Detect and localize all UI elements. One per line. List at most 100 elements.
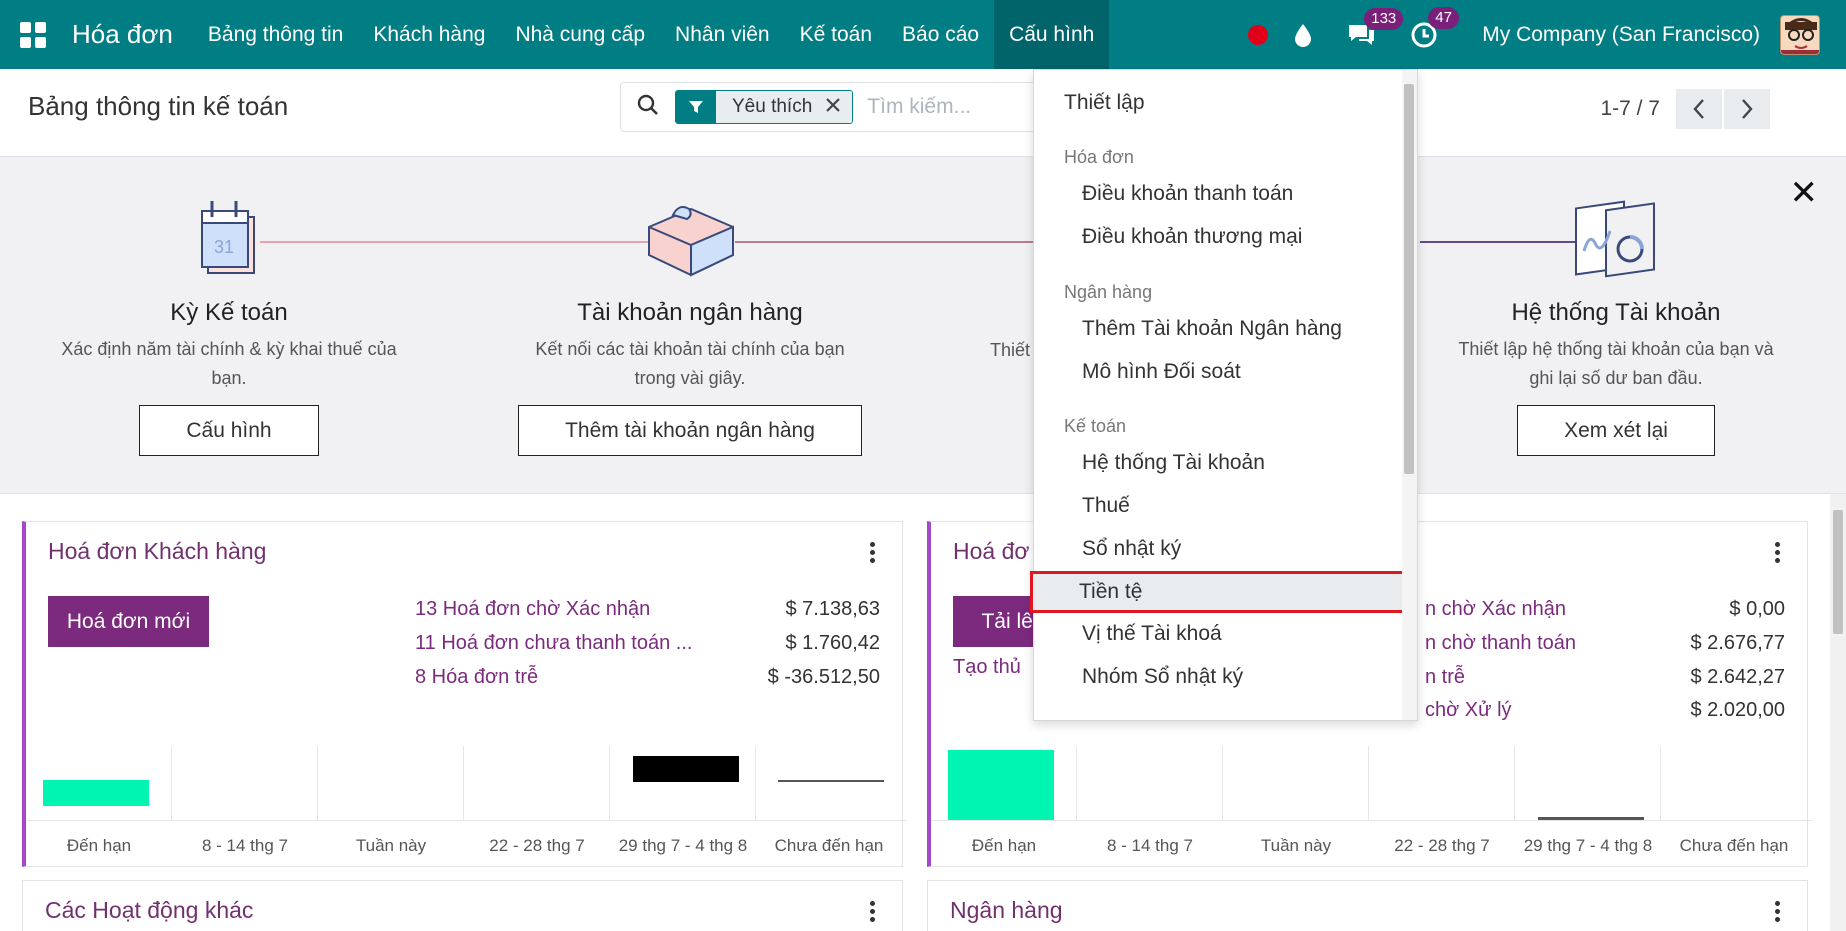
dropdown-item-fiscal-positions[interactable]: Vị thế Tài khoá <box>1034 614 1404 654</box>
kebab-menu-icon[interactable] <box>1775 542 1781 563</box>
search-facet: Yêu thích <box>675 90 854 124</box>
stat-link[interactable]: 13 Hoá đơn chờ Xác nhận <box>415 598 650 621</box>
step-title: Kỳ Kế toán <box>170 299 288 326</box>
graph-label: Chưa đến hạn <box>1679 836 1789 855</box>
configure-button[interactable]: Cấu hình <box>139 405 319 456</box>
add-bank-account-button[interactable]: Thêm tài khoản ngân hàng <box>518 405 862 456</box>
dropdown-item-currencies[interactable]: Tiền tệ <box>1030 571 1406 613</box>
chevron-left-icon <box>1693 99 1704 119</box>
pager-value[interactable]: 1-7 / 7 <box>1600 97 1660 121</box>
close-onboarding-icon[interactable]: ✕ <box>1790 173 1819 213</box>
graph-label: 29 thg 7 - 4 thg 8 <box>1523 836 1653 855</box>
dropdown-item-journals[interactable]: Sổ nhật ký <box>1034 529 1404 569</box>
dropdown-item-taxes[interactable]: Thuế <box>1034 486 1404 526</box>
debug-drop-icon[interactable] <box>1294 23 1312 47</box>
dropdown-scrollbar[interactable] <box>1402 70 1417 720</box>
page-title: Bảng thông tin kế toán <box>28 91 289 121</box>
graph-bar[interactable] <box>1538 817 1644 820</box>
journal-card-customer-invoices: Hoá đơn Khách hàng Hoá đơn mới 13 Hoá đơ… <box>22 521 907 867</box>
messages-button[interactable]: 133 <box>1346 7 1404 48</box>
graph-label: 22 - 28 thg 7 <box>489 836 585 855</box>
stat-amount: $ 1.760,42 <box>785 632 880 654</box>
card-title[interactable]: Ngân hàng <box>950 897 1063 924</box>
menu-accounting[interactable]: Kế toán <box>785 0 887 69</box>
user-avatar[interactable] <box>1780 14 1820 55</box>
kebab-menu-icon[interactable] <box>870 542 876 563</box>
grid-icon <box>20 21 46 48</box>
graph-label: Đến hạn <box>66 836 132 855</box>
dropdown-item-chart-of-accounts[interactable]: Hệ thống Tài khoản <box>1034 443 1404 483</box>
configuration-dropdown: Thiết lập Hóa đơn Điều khoản thanh toán … <box>1030 69 1418 721</box>
aging-graph[interactable]: Đến hạn 8 - 14 thg 7 Tuần này 22 - 28 th… <box>26 746 907 866</box>
search-bar[interactable]: Yêu thích Tìm kiếm... <box>620 82 1040 132</box>
control-panel: Bảng thông tin kế toán Yêu thích Tìm kiế… <box>0 69 1846 157</box>
step-description: Thiết lập hệ thống tài khoản của bạn và … <box>1458 339 1774 388</box>
menu-configuration[interactable]: Cấu hình <box>994 0 1110 69</box>
step-title: Hệ thống Tài khoản <box>1511 299 1721 326</box>
chart-of-accounts-icon <box>1572 193 1660 290</box>
step-fiscal-periods: Kỳ Kế toán Xác định năm tài chính & kỳ k… <box>29 299 429 456</box>
menu-reporting[interactable]: Báo cáo <box>887 0 994 69</box>
menu-dashboard[interactable]: Bảng thông tin <box>193 0 358 69</box>
search-input[interactable]: Tìm kiếm... <box>867 95 971 119</box>
app-brand[interactable]: Hóa đơn <box>72 19 173 50</box>
card-title[interactable]: Hoá đơ <box>953 538 1029 565</box>
messages-badge: 133 <box>1364 7 1404 30</box>
dropdown-item-payment-terms[interactable]: Điều khoản thanh toán <box>1034 174 1404 214</box>
dropdown-section-header: Kế toán <box>1064 416 1127 436</box>
apps-menu-button[interactable] <box>0 0 66 69</box>
stat-link[interactable]: n chờ Xác nhận <box>1425 598 1566 621</box>
pager: 1-7 / 7 <box>1600 89 1770 129</box>
review-button[interactable]: Xem xét lại <box>1517 405 1715 456</box>
puzzle-icon <box>643 197 739 288</box>
pager-next-button[interactable] <box>1724 89 1770 129</box>
step-bank-account: Tài khoản ngân hàng Kết nối các tài khoả… <box>490 299 890 456</box>
graph-label: 22 - 28 thg 7 <box>1394 836 1490 855</box>
dropdown-item-incoterms[interactable]: Điều khoản thương mại <box>1034 217 1404 257</box>
dropdown-item-journal-groups[interactable]: Nhóm Sổ nhật ký <box>1034 657 1404 697</box>
stat-link[interactable]: 11 Hoá đơn chưa thanh toán ... <box>415 632 692 655</box>
graph-bar[interactable] <box>778 780 884 782</box>
card-title[interactable]: Hoá đơn Khách hàng <box>48 538 266 565</box>
step-description: Xác định năm tài chính & kỳ khai thuế củ… <box>61 339 397 388</box>
stat-amount: $ -36.512,50 <box>767 666 880 688</box>
stat-link[interactable]: n chờ thanh toán <box>1425 632 1576 655</box>
graph-bar[interactable] <box>43 780 149 806</box>
pager-previous-button[interactable] <box>1676 89 1722 129</box>
menu-employees[interactable]: Nhân viên <box>660 0 785 69</box>
recording-indicator-icon[interactable] <box>1248 24 1269 45</box>
search-icon[interactable] <box>637 94 659 121</box>
step-description: Thiết <box>990 340 1031 360</box>
card-title[interactable]: Các Hoạt động khác <box>45 897 253 924</box>
activities-badge: 47 <box>1428 6 1459 29</box>
company-switcher[interactable]: My Company (San Francisco) <box>1482 23 1760 47</box>
stat-link[interactable]: n trễ <box>1425 666 1465 689</box>
graph-bar[interactable] <box>633 756 739 782</box>
create-manually-link[interactable]: Tạo thủ <box>953 656 1021 679</box>
new-invoice-button[interactable]: Hoá đơn mới <box>48 596 209 647</box>
stat-amount: $ 2.642,27 <box>1690 666 1785 688</box>
remove-facet-icon[interactable] <box>826 96 841 118</box>
dropdown-item-settings[interactable]: Thiết lập <box>1034 83 1404 123</box>
dropdown-item-reconciliation-models[interactable]: Mô hình Đối soát <box>1034 352 1404 392</box>
graph-label: Tuần này <box>355 836 427 855</box>
dropdown-section-header: Hóa đơn <box>1064 147 1134 167</box>
graph-label: Đến hạn <box>971 836 1037 855</box>
filter-icon <box>676 91 716 123</box>
graph-label: Tuần này <box>1260 836 1332 855</box>
dropdown-item-add-bank-account[interactable]: Thêm Tài khoản Ngân hàng <box>1034 309 1404 349</box>
stat-link[interactable]: chờ Xử lý <box>1425 699 1512 722</box>
page-scrollbar[interactable] <box>1830 494 1846 931</box>
aging-graph[interactable]: Đến hạn 8 - 14 thg 7 Tuần này 22 - 28 th… <box>931 746 1812 866</box>
journal-card-other-operations: Các Hoạt động khác <box>22 880 903 931</box>
kebab-menu-icon[interactable] <box>870 901 876 922</box>
step-description: Kết nối các tài khoản tài chính của bạn … <box>535 339 845 388</box>
activities-button[interactable]: 47 <box>1410 6 1459 49</box>
menu-vendors[interactable]: Nhà cung cấp <box>500 0 660 69</box>
chevron-right-icon <box>1742 99 1753 119</box>
menu-customers[interactable]: Khách hàng <box>358 0 500 69</box>
graph-bar[interactable] <box>948 750 1054 820</box>
kebab-menu-icon[interactable] <box>1775 901 1781 922</box>
stat-link[interactable]: 8 Hóa đơn trễ <box>415 666 538 689</box>
calendar-icon: 31 <box>198 195 260 286</box>
